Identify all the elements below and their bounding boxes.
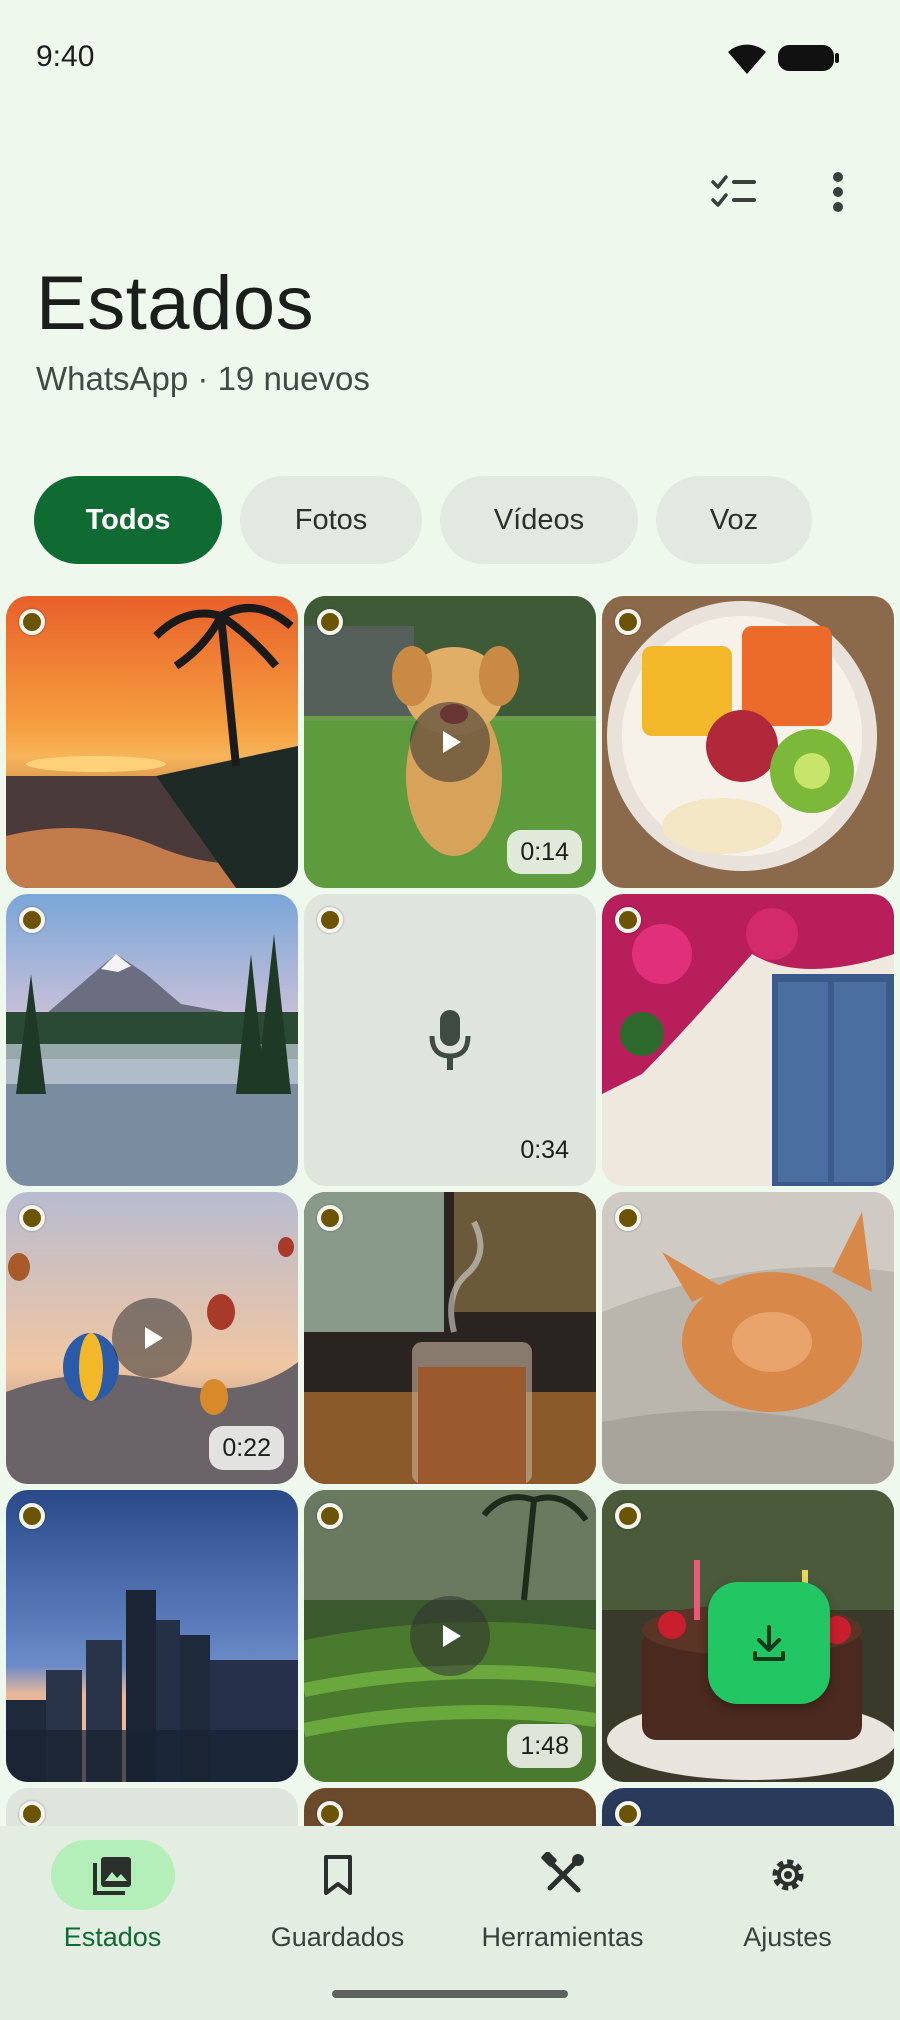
- page-title: Estados: [36, 261, 315, 346]
- unseen-indicator: [615, 1801, 641, 1826]
- unseen-indicator: [317, 1205, 343, 1231]
- status-tile-puppy-video[interactable]: 0:14: [304, 596, 596, 888]
- nav-label: Herramientas: [481, 1922, 644, 1952]
- status-bar: 9:40: [0, 0, 900, 120]
- page-subtitle: WhatsApp · 19 nuevos: [36, 360, 370, 397]
- status-tile-balloons-video[interactable]: 0:22: [6, 1192, 298, 1484]
- chip-todos[interactable]: Todos: [34, 476, 222, 564]
- chip-fotos[interactable]: Fotos: [240, 476, 422, 564]
- beach-sunset-image: [6, 596, 298, 888]
- status-tile-voice-note-2[interactable]: [6, 1788, 298, 1826]
- filter-chips: Todos Fotos Vídeos Voz: [34, 476, 812, 564]
- status-tile-warm-lights[interactable]: [304, 1788, 596, 1826]
- unseen-indicator: [317, 609, 343, 635]
- nav-label: Ajustes: [743, 1922, 832, 1952]
- nav-item-estados[interactable]: Estados: [0, 1840, 225, 1953]
- fruit-bowl-image: [602, 596, 894, 888]
- unseen-indicator: [19, 609, 45, 635]
- bottom-navigation: Estados Guardados Herramientas Ajustes: [0, 1826, 900, 2020]
- video-duration: 1:48: [507, 1724, 582, 1768]
- unseen-indicator: [19, 907, 45, 933]
- download-icon: [753, 1625, 785, 1661]
- bougainvillea-image: [602, 894, 894, 1186]
- status-time: 9:40: [36, 40, 95, 73]
- unseen-indicator: [19, 1503, 45, 1529]
- play-icon: [112, 1298, 192, 1378]
- status-tile-city-skyline[interactable]: [6, 1490, 298, 1782]
- nav-label: Estados: [63, 1922, 162, 1952]
- video-duration: 0:22: [209, 1426, 284, 1470]
- play-icon: [410, 1596, 490, 1676]
- status-tile-night-sky[interactable]: [602, 1788, 894, 1826]
- coffee-image: [304, 1192, 596, 1484]
- status-tile-coffee[interactable]: [304, 1192, 596, 1484]
- battery-icon: [778, 45, 839, 71]
- voice-duration: 0:34: [520, 1135, 569, 1164]
- unseen-indicator: [317, 1801, 343, 1826]
- city-skyline-image: [6, 1490, 298, 1782]
- unseen-indicator: [615, 609, 641, 635]
- nav-item-ajustes[interactable]: Ajustes: [675, 1840, 900, 1953]
- chip-voz[interactable]: Voz: [656, 476, 812, 564]
- unseen-indicator: [19, 1801, 45, 1826]
- tools-icon: [540, 1852, 584, 1893]
- mountain-lake-image: [6, 894, 298, 1186]
- unseen-indicator: [317, 1503, 343, 1529]
- home-indicator[interactable]: [332, 1990, 568, 1998]
- download-fab[interactable]: [708, 1582, 830, 1704]
- photo-library-icon: [92, 1857, 131, 1895]
- status-tile-kitten[interactable]: [602, 1192, 894, 1484]
- mic-icon: [429, 1010, 471, 1070]
- nav-item-herramientas[interactable]: Herramientas: [450, 1840, 675, 1953]
- status-tile-rice-terraces-video[interactable]: 1:48: [304, 1490, 596, 1782]
- top-actions: [0, 160, 900, 220]
- status-tile-bougainvillea-door[interactable]: [602, 894, 894, 1186]
- status-tile-voice-note[interactable]: 0:34: [304, 894, 596, 1186]
- play-icon: [410, 702, 490, 782]
- more-vert-icon[interactable]: [806, 160, 870, 224]
- unseen-indicator: [615, 1205, 641, 1231]
- unseen-indicator: [317, 907, 343, 933]
- video-duration: 0:14: [507, 830, 582, 874]
- unseen-indicator: [615, 1503, 641, 1529]
- status-tile-mountain-lake[interactable]: [6, 894, 298, 1186]
- kitten-image: [602, 1192, 894, 1484]
- bookmark-icon: [323, 1855, 352, 1895]
- wifi-icon: [728, 44, 766, 74]
- chip-videos[interactable]: Vídeos: [440, 476, 638, 564]
- gear-icon: [772, 1859, 803, 1891]
- nav-label: Guardados: [270, 1922, 405, 1952]
- status-tile-fruit-bowl[interactable]: [602, 596, 894, 888]
- nav-item-guardados[interactable]: Guardados: [225, 1840, 450, 1953]
- unseen-indicator: [615, 907, 641, 933]
- checklist-icon[interactable]: [702, 160, 766, 224]
- unseen-indicator: [19, 1205, 45, 1231]
- status-tile-beach-sunset[interactable]: [6, 596, 298, 888]
